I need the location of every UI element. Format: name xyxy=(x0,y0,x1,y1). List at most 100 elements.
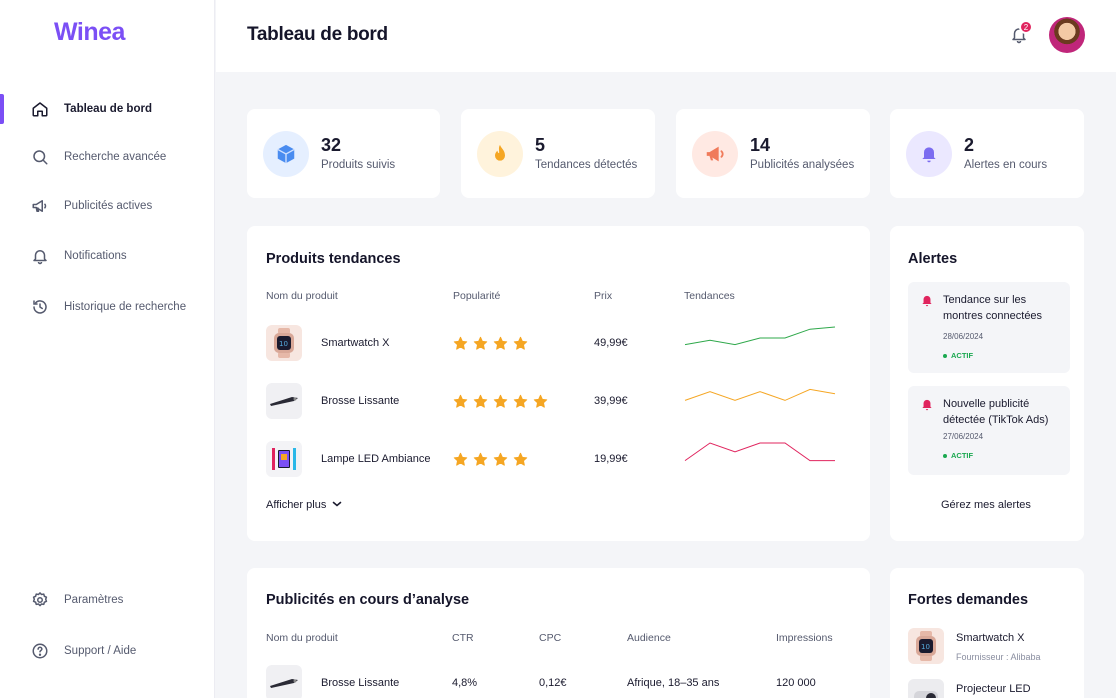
column-header: Audience xyxy=(627,632,671,644)
star-icon xyxy=(533,394,548,408)
gear-icon xyxy=(31,591,49,609)
star-icon xyxy=(473,452,488,466)
section-title: Produits tendances xyxy=(266,251,401,267)
stat-card-ads: 14 Publicités analysées xyxy=(676,109,870,198)
show-more-button[interactable]: Afficher plus xyxy=(266,499,342,511)
column-header: Tendances xyxy=(684,290,735,302)
column-header: Impressions xyxy=(776,632,833,644)
bell-icon xyxy=(920,397,934,417)
product-price: 49,99€ xyxy=(594,337,628,349)
trend-sparkline xyxy=(684,326,836,346)
sidebar-item-active-ads[interactable]: Publicités actives xyxy=(0,191,214,221)
star-icon xyxy=(473,394,488,408)
product-name[interactable]: Projecteur LED xyxy=(956,683,1031,695)
high-demand-card: Fortes demandes 10 Smartwatch X Fourniss… xyxy=(890,568,1084,698)
stat-value: 2 xyxy=(964,135,975,155)
stat-label: Tendances détectés xyxy=(535,159,638,171)
sidebar-item-advanced-search[interactable]: Recherche avancée xyxy=(0,142,214,172)
alerts-card: Alertes Tendance sur les montres connect… xyxy=(890,226,1084,541)
sidebar-item-search-history[interactable]: Historique de recherche xyxy=(0,292,214,322)
alert-title: Tendance sur les montres connectées xyxy=(943,294,1043,322)
search-icon xyxy=(31,148,49,166)
trend-sparkline xyxy=(684,388,836,401)
star-icon xyxy=(493,452,508,466)
manage-alerts-button[interactable]: Gérez mes alertes xyxy=(941,499,1031,511)
svg-text:10: 10 xyxy=(921,643,930,651)
stat-card-alerts: 2 Alertes en cours xyxy=(890,109,1084,198)
notification-count-badge: 2 xyxy=(1019,20,1033,34)
star-icon xyxy=(453,452,468,466)
sidebar-item-dashboard[interactable]: Tableau de bord xyxy=(0,94,214,124)
svg-text:10: 10 xyxy=(279,340,288,348)
stat-value: 14 xyxy=(750,135,771,155)
brand-logo[interactable]: Winea xyxy=(54,18,125,47)
top-bar: Tableau de bord 2 xyxy=(216,0,1116,72)
bell-icon xyxy=(31,247,49,265)
star-icon xyxy=(493,336,508,350)
star-icon xyxy=(453,394,468,408)
alert-title: Nouvelle publicité détectée (TikTok Ads) xyxy=(943,398,1049,426)
led-lamp-thumbnail xyxy=(266,441,302,477)
ads-analysis-card: Publicités en cours d’analyse Nom du pro… xyxy=(247,568,870,698)
star-icon xyxy=(513,336,528,350)
rating-stars xyxy=(453,452,528,467)
ad-ctr: 4,8% xyxy=(452,677,478,689)
product-name[interactable]: Brosse Lissante xyxy=(321,395,399,407)
sparkline-path xyxy=(684,442,835,462)
sidebar-item-label: Support / Aide xyxy=(64,645,137,657)
box-icon xyxy=(263,131,309,177)
rating-stars xyxy=(453,336,528,351)
sidebar-item-label: Paramètres xyxy=(64,594,124,606)
column-header: Nom du produit xyxy=(266,290,338,302)
sidebar-item-label: Notifications xyxy=(64,250,127,262)
sidebar-item-label: Publicités actives xyxy=(64,200,153,212)
sidebar-item-label: Tableau de bord xyxy=(64,103,152,115)
stat-label: Produits suivis xyxy=(321,159,396,171)
star-icon xyxy=(453,336,468,350)
flame-icon xyxy=(477,131,523,177)
trend-sparkline xyxy=(684,442,835,462)
stat-label: Alertes en cours xyxy=(964,159,1048,171)
sidebar-item-notifications[interactable]: Notifications xyxy=(0,241,214,271)
product-supplier: Fournisseur : Alibaba xyxy=(956,652,1041,662)
stat-value: 5 xyxy=(535,135,546,155)
sparkline-path xyxy=(684,388,836,401)
star-icon xyxy=(473,336,488,350)
sidebar-item-support[interactable]: Support / Aide xyxy=(0,636,214,666)
page-title: Tableau de bord xyxy=(247,24,388,45)
stat-card-trends: 5 Tendances détectés xyxy=(461,109,655,198)
sidebar-item-label: Recherche avancée xyxy=(64,151,167,163)
section-title: Fortes demandes xyxy=(908,592,1029,608)
ad-cpc: 0,12€ xyxy=(539,677,567,689)
section-title: Alertes xyxy=(908,251,958,267)
star-icon xyxy=(513,394,528,408)
bell-icon xyxy=(920,293,934,313)
user-avatar[interactable] xyxy=(1049,17,1085,53)
smartwatch-thumbnail: 10 xyxy=(908,628,944,664)
column-header: Prix xyxy=(594,290,613,302)
product-name[interactable]: Smartwatch X xyxy=(321,337,389,349)
sidebar-item-settings[interactable]: Paramètres xyxy=(0,585,214,615)
column-header: CPC xyxy=(539,632,562,644)
alert-item[interactable]: Tendance sur les montres connectées 28/0… xyxy=(908,282,1070,373)
ad-audience: Afrique, 18–35 ans xyxy=(627,677,720,689)
chevron-down-icon xyxy=(332,499,342,511)
trending-products-card: Produits tendances Nom du produit Popula… xyxy=(247,226,870,541)
sparkline-path xyxy=(684,326,836,346)
star-icon xyxy=(493,394,508,408)
home-icon xyxy=(31,100,49,118)
product-name[interactable]: Lampe LED Ambiance xyxy=(321,453,430,465)
projector-thumbnail xyxy=(908,679,944,698)
status-badge: ACTIF xyxy=(943,451,973,460)
smartwatch-thumbnail: 10 xyxy=(266,325,302,361)
bell-icon xyxy=(906,131,952,177)
megaphone-icon xyxy=(31,197,49,215)
alert-date: 28/06/2024 xyxy=(943,332,984,341)
column-header: CTR xyxy=(452,632,474,644)
product-name[interactable]: Smartwatch X xyxy=(956,632,1024,644)
ad-impressions: 120 000 xyxy=(776,677,816,689)
alert-item[interactable]: Nouvelle publicité détectée (TikTok Ads)… xyxy=(908,386,1070,475)
help-icon xyxy=(31,642,49,660)
stat-card-products: 32 Produits suivis xyxy=(247,109,440,198)
product-name[interactable]: Brosse Lissante xyxy=(321,677,399,689)
